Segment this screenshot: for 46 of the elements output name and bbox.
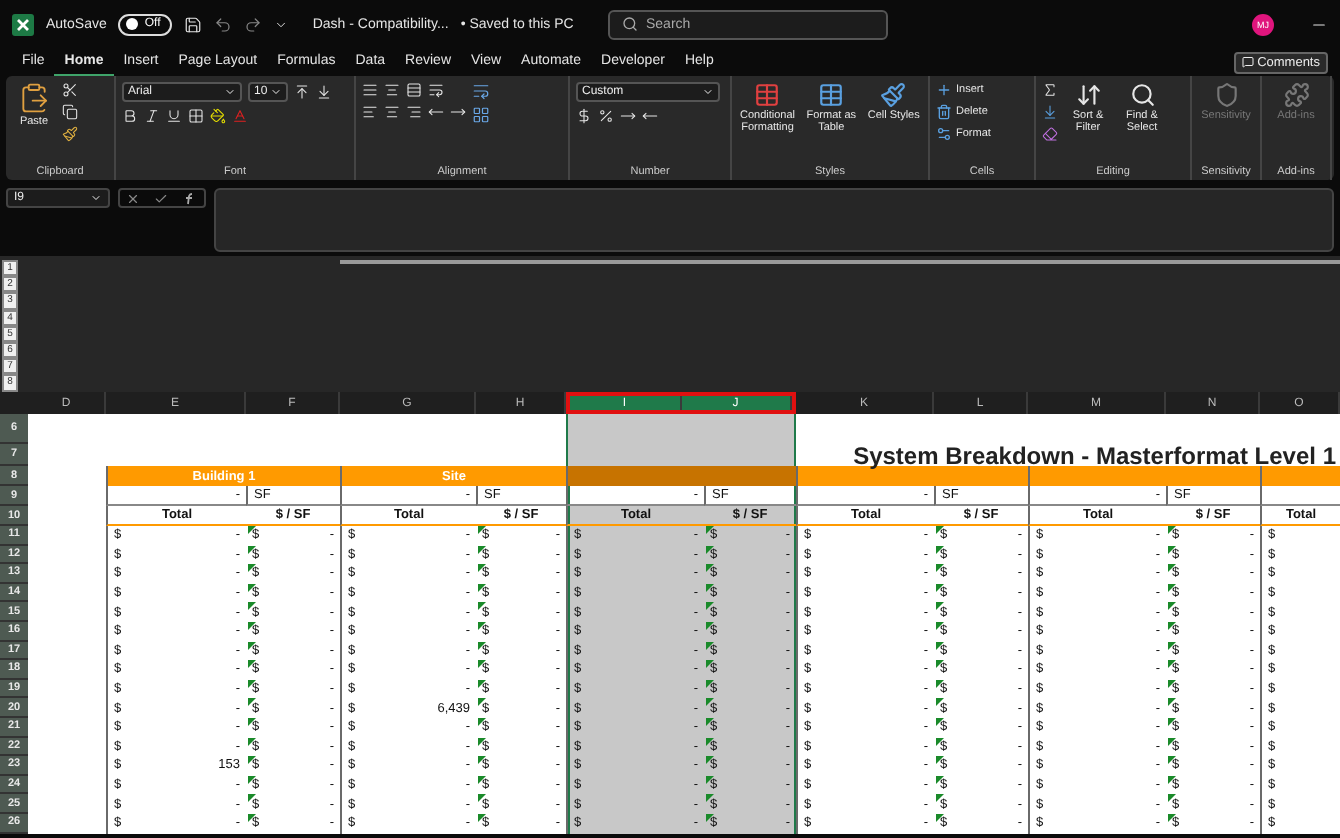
clipboard-icon <box>18 82 50 114</box>
paintbrush-icon <box>880 82 907 108</box>
cancel-icon[interactable] <box>126 191 141 205</box>
caret-icon <box>224 86 236 98</box>
middle-align-icon[interactable] <box>384 82 400 98</box>
sliders-icon <box>936 126 952 142</box>
align-right-icon[interactable] <box>406 104 422 120</box>
top-align-icon[interactable] <box>362 82 378 98</box>
comment-icon <box>1241 56 1254 68</box>
sheet-title: System Breakdown - Masterformat Level 1 <box>853 441 1336 469</box>
table-icon <box>754 82 781 108</box>
borders-icon[interactable] <box>188 108 204 124</box>
formula-input[interactable] <box>214 188 1334 252</box>
enter-icon[interactable] <box>153 191 168 205</box>
wrap-text-icon[interactable] <box>472 82 490 100</box>
underline-icon[interactable] <box>166 108 182 124</box>
bold-icon[interactable] <box>122 108 138 124</box>
fill-color-icon[interactable] <box>210 108 226 124</box>
font-color-icon[interactable] <box>232 108 248 124</box>
search-icon <box>622 16 638 32</box>
percent-icon[interactable] <box>598 108 614 124</box>
shield-icon <box>1213 82 1239 108</box>
currency-icon[interactable] <box>576 108 592 124</box>
app-logo-icon <box>12 13 34 35</box>
copy-icon[interactable] <box>62 104 78 120</box>
save-icon[interactable] <box>184 15 203 33</box>
format-painter-icon[interactable] <box>62 126 78 142</box>
redo-icon[interactable] <box>244 15 263 33</box>
undo-icon[interactable] <box>214 15 233 33</box>
function-icon[interactable] <box>181 191 198 205</box>
puzzle-icon <box>1283 82 1309 108</box>
customize-icon[interactable] <box>274 17 289 31</box>
cut-icon[interactable] <box>62 82 78 98</box>
caret-icon <box>702 86 714 98</box>
clear-icon[interactable] <box>1042 126 1058 142</box>
caret-icon <box>90 192 102 204</box>
align-left-icon[interactable] <box>362 104 378 120</box>
plus-icon <box>936 82 952 98</box>
sort-icon <box>1075 82 1101 108</box>
table-icon <box>818 82 845 108</box>
trash-icon <box>936 104 952 120</box>
caret-icon <box>270 86 282 98</box>
autosum-icon[interactable] <box>1042 82 1058 98</box>
align-center-icon[interactable] <box>384 104 400 120</box>
italic-icon[interactable] <box>144 108 160 124</box>
search-icon <box>1129 82 1155 108</box>
